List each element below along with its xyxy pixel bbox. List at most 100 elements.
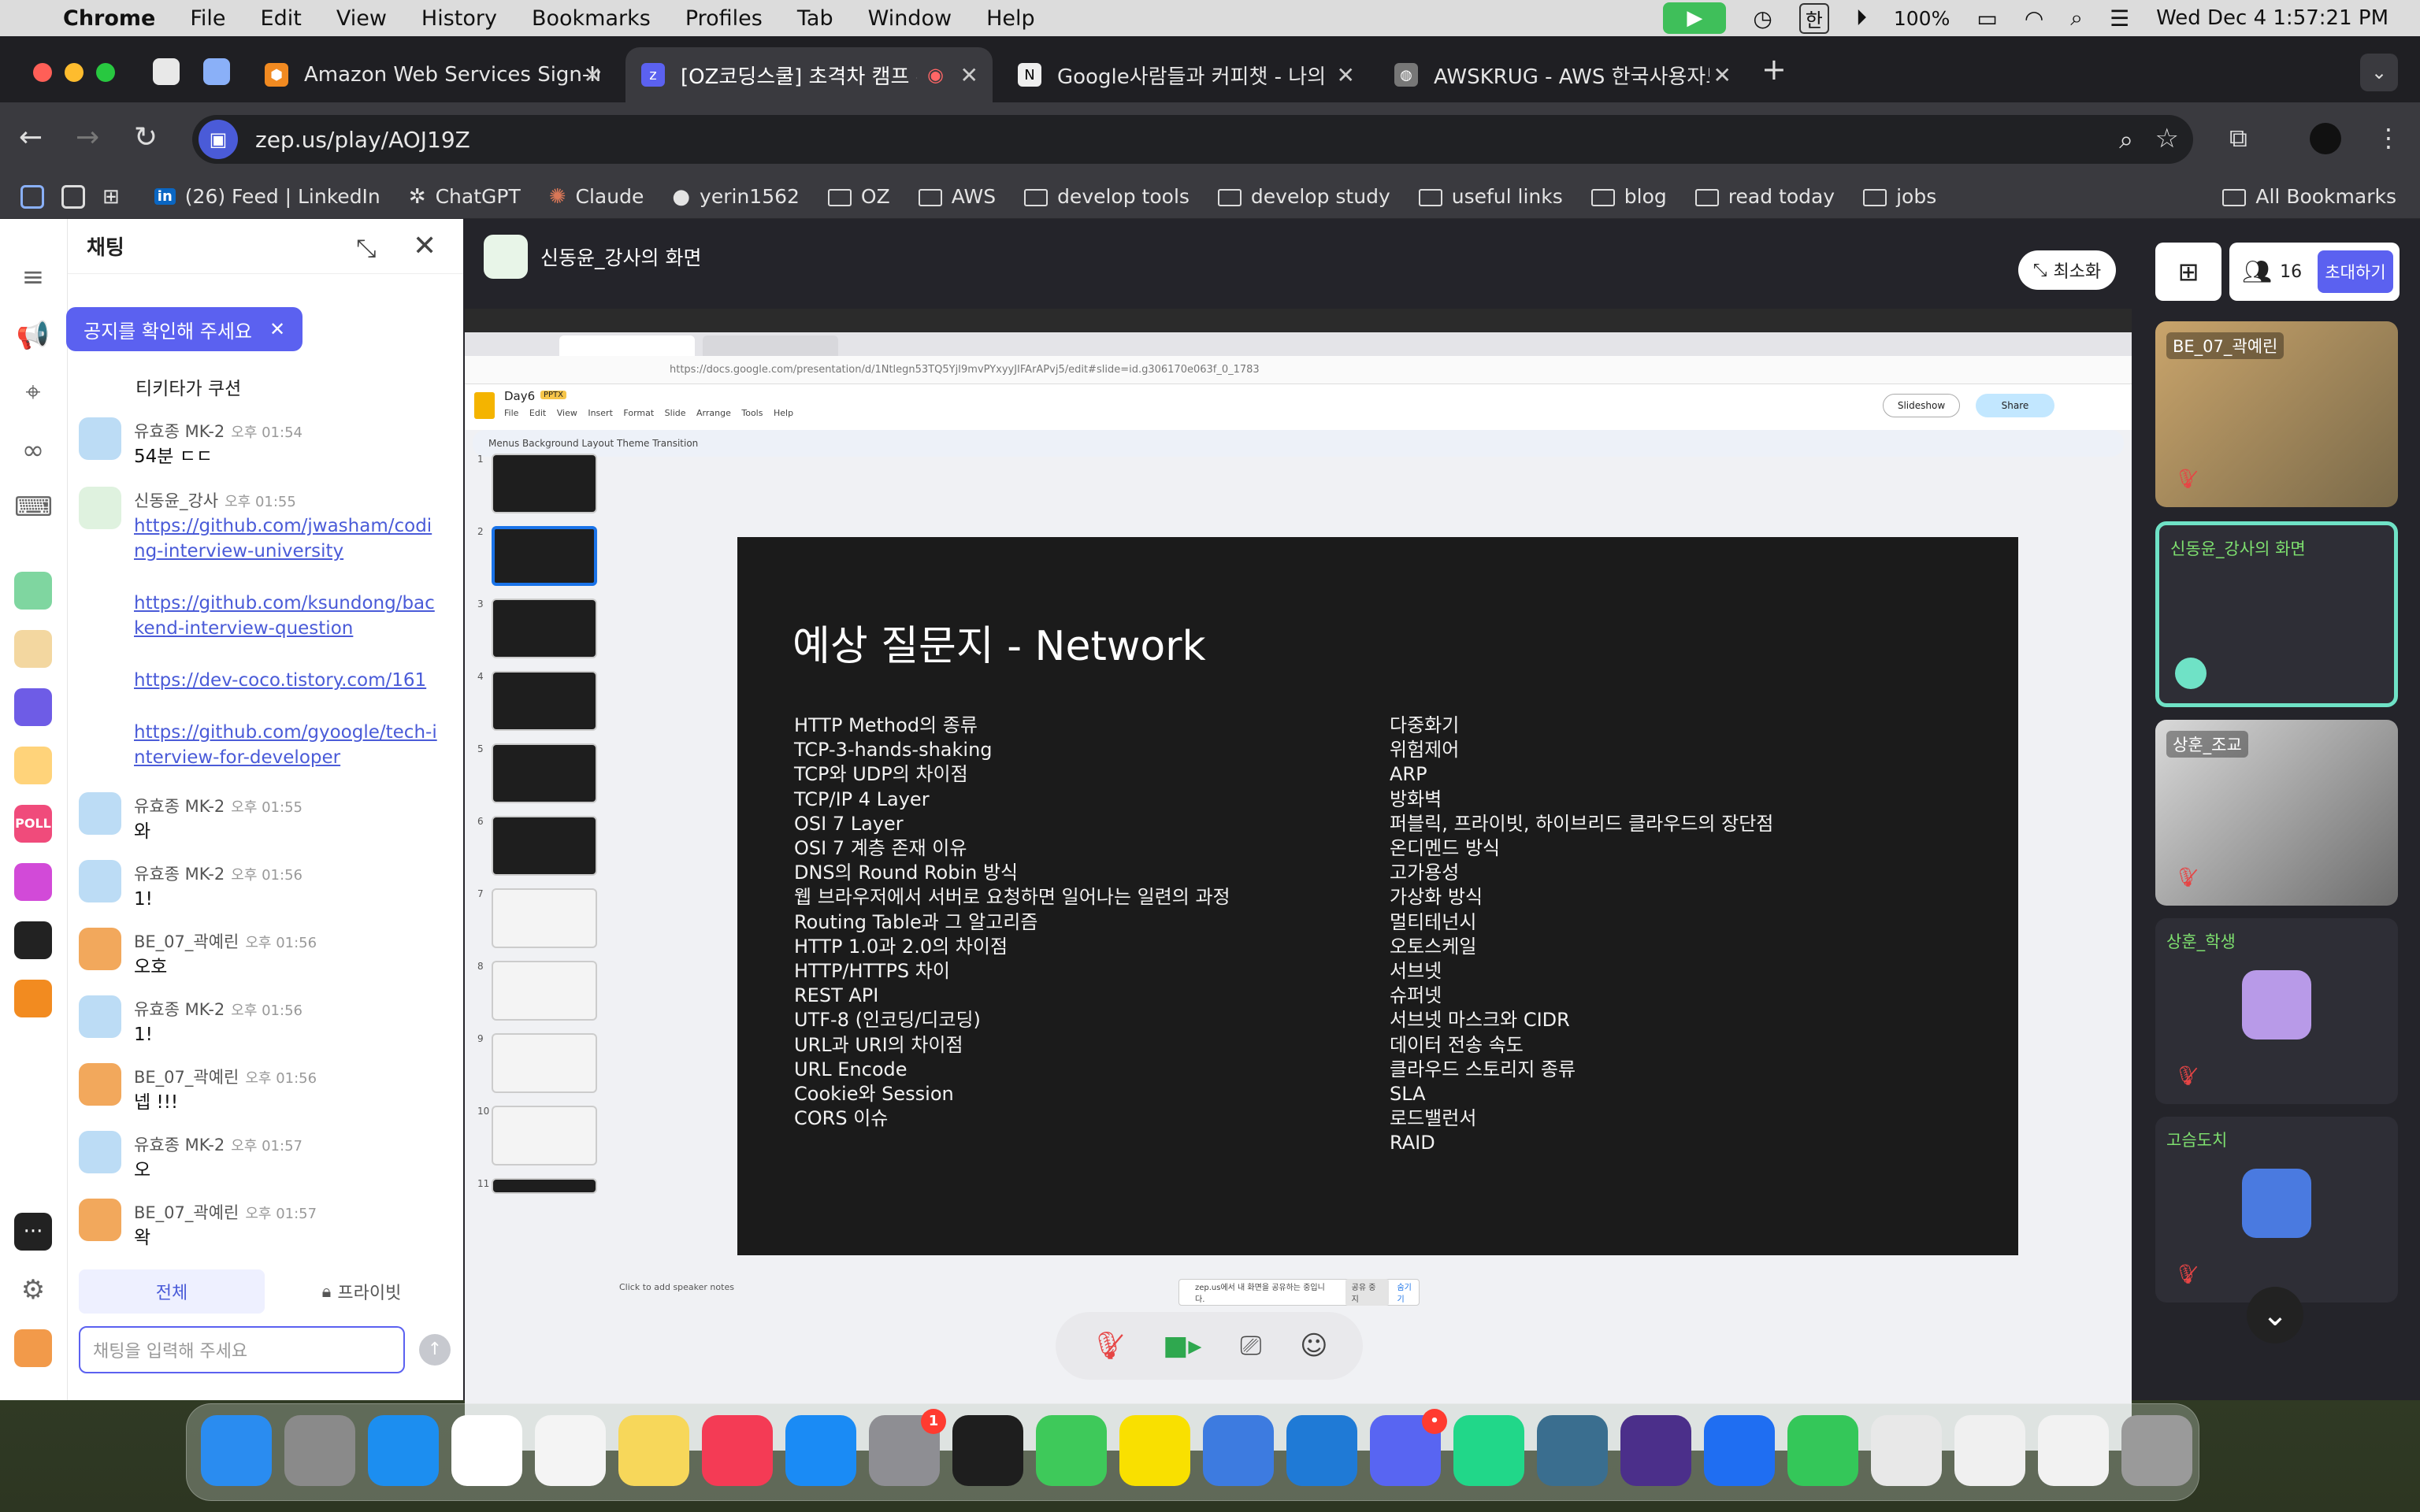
- location-pin-icon[interactable]: ⌖: [14, 373, 52, 411]
- terminal-icon[interactable]: [952, 1415, 1023, 1486]
- music-icon[interactable]: [702, 1415, 773, 1486]
- appstore-icon[interactable]: [785, 1415, 856, 1486]
- zep-icon[interactable]: [1704, 1415, 1775, 1486]
- back-icon[interactable]: ←: [19, 121, 43, 154]
- menu-bookmarks[interactable]: Bookmarks: [532, 6, 651, 31]
- window-minimize-button[interactable]: [65, 63, 84, 82]
- close-tab-icon[interactable]: ✕: [1337, 62, 1355, 88]
- tab-group-icon[interactable]: [203, 58, 230, 85]
- app-icon[interactable]: [14, 747, 52, 784]
- window-zoom-button[interactable]: [96, 63, 115, 82]
- app-icon[interactable]: [14, 921, 52, 959]
- close-icon[interactable]: ✕: [413, 230, 436, 262]
- numbers-icon[interactable]: [1787, 1415, 1858, 1486]
- launchpad-icon[interactable]: [284, 1415, 355, 1486]
- bookmark-folder-develop-study[interactable]: develop study: [1217, 185, 1390, 208]
- participant-count[interactable]: 👥︎ 16 초대하기: [2229, 243, 2400, 301]
- tab-group-icon[interactable]: [20, 184, 44, 209]
- app-icon[interactable]: [14, 572, 52, 610]
- tab-group-icon[interactable]: [61, 184, 85, 209]
- all-bookmarks[interactable]: All Bookmarks: [2222, 185, 2396, 208]
- screen-share-icon[interactable]: ⎚: [1240, 1330, 1261, 1362]
- address-bar[interactable]: ▣ zep.us/play/AOJ19Z ⌕ ☆: [192, 115, 2193, 164]
- menu-file[interactable]: File: [190, 6, 225, 31]
- safari-icon[interactable]: [368, 1415, 439, 1486]
- slide-thumbnail[interactable]: [492, 671, 597, 731]
- menu-history[interactable]: History: [421, 6, 497, 31]
- photos-icon[interactable]: [535, 1415, 606, 1486]
- trash-icon[interactable]: [2121, 1415, 2192, 1486]
- shell-file-icon[interactable]: [2038, 1415, 2109, 1486]
- bookmark-folder-useful-links[interactable]: useful links: [1418, 185, 1563, 208]
- menubar-clock[interactable]: Wed Dec 4 1:57:21 PM: [2156, 6, 2388, 30]
- menu-help[interactable]: Help: [986, 6, 1035, 31]
- site-info-icon[interactable]: ▣: [199, 120, 238, 159]
- bookmark-folder-oz[interactable]: OZ: [827, 185, 890, 208]
- slide-thumbnail[interactable]: [492, 1106, 597, 1166]
- bookmark-claude[interactable]: ✺ Claude: [549, 185, 644, 209]
- tab-all[interactable]: 전체: [79, 1269, 265, 1314]
- bookmark-folder-jobs[interactable]: jobs: [1863, 185, 1936, 208]
- menu-app-chrome[interactable]: Chrome: [63, 6, 155, 31]
- close-tab-icon[interactable]: ✕: [1713, 62, 1731, 88]
- wifi-icon[interactable]: ◠: [2025, 6, 2043, 32]
- magic-wand-icon[interactable]: [14, 863, 52, 901]
- stop-share-button[interactable]: 공유 중지: [1345, 1279, 1390, 1306]
- participant-tile[interactable]: BE_07_곽예린 🎙︎̸: [2155, 321, 2398, 507]
- now-playing-icon[interactable]: ⏵: [1856, 5, 1867, 32]
- menu-edit[interactable]: Edit: [261, 6, 302, 31]
- slide-thumbnail[interactable]: [492, 961, 597, 1021]
- bookmark-linkedin[interactable]: in (26) Feed | LinkedIn: [154, 185, 380, 208]
- bookmark-folder-develop-tools[interactable]: develop tools: [1024, 185, 1190, 208]
- bookmark-star-icon[interactable]: ☆: [2155, 123, 2179, 154]
- chat-link[interactable]: https://github.com/gyoogle/tech-intervie…: [134, 720, 441, 770]
- apps-grid-icon[interactable]: ⊞: [102, 185, 120, 209]
- tab-group-icon[interactable]: [153, 58, 180, 85]
- pycharm-icon[interactable]: [1453, 1415, 1524, 1486]
- reload-icon[interactable]: ↻: [134, 121, 158, 154]
- settings-icon[interactable]: ⚙: [14, 1271, 52, 1309]
- chrome-icon[interactable]: [451, 1415, 522, 1486]
- tab-google-coffeechat[interactable]: N Google사람들과 커피챗 - 나의 커 ✕: [1002, 47, 1369, 102]
- tab-search-icon[interactable]: ⌄: [2360, 54, 2398, 91]
- minimize-button[interactable]: ⤡ 최소화: [2018, 250, 2116, 290]
- bookmark-folder-blog[interactable]: blog: [1590, 185, 1667, 208]
- mic-muted-icon[interactable]: 🎙︎̸: [1090, 1330, 1124, 1362]
- obsidian-icon[interactable]: [1620, 1415, 1691, 1486]
- slide-thumbnail[interactable]: [492, 1178, 597, 1194]
- participant-tile[interactable]: 상훈_조교 🎙︎̸: [2155, 720, 2398, 906]
- new-tab-icon[interactable]: +: [1761, 52, 1787, 87]
- extensions-icon[interactable]: ⧉: [2229, 123, 2247, 154]
- slide-thumbnail[interactable]: [492, 598, 597, 658]
- poll-icon[interactable]: POLL: [14, 805, 52, 843]
- input-source-icon[interactable]: 한: [1798, 2, 1829, 34]
- kakaotalk-icon[interactable]: [1119, 1415, 1190, 1486]
- chat-icon[interactable]: ···: [14, 1213, 52, 1251]
- finder-icon[interactable]: [201, 1415, 272, 1486]
- zoom-icon[interactable]: ⌕: [2119, 124, 2133, 155]
- profile-avatar[interactable]: [2310, 123, 2341, 154]
- facetime-icon[interactable]: [1036, 1415, 1107, 1486]
- participant-tile[interactable]: 상훈_학생 🎙︎̸: [2155, 918, 2398, 1104]
- tab-awskrug[interactable]: ◍ AWSKRUG - AWS 한국사용자모 ✕: [1379, 47, 1746, 102]
- hide-notice-button[interactable]: 숨기기: [1397, 1280, 1419, 1304]
- chat-link[interactable]: https://github.com/jwasham/coding-interv…: [134, 513, 441, 564]
- slide-thumbnail[interactable]: [492, 888, 597, 948]
- chrome-menu-icon[interactable]: ⋮: [2376, 123, 2401, 153]
- participant-tile[interactable]: 신동윤_강사의 화면: [2155, 521, 2398, 707]
- slideshow-button[interactable]: Slideshow: [1883, 394, 1960, 417]
- control-center-icon[interactable]: ☰: [2110, 6, 2129, 32]
- share-button[interactable]: Share: [1976, 394, 2054, 417]
- link-icon[interactable]: ∞: [14, 432, 52, 469]
- camera-icon[interactable]: ■▸: [1163, 1330, 1201, 1362]
- vscode-icon[interactable]: [1286, 1415, 1357, 1486]
- speaker-notes[interactable]: Click to add speaker notes: [619, 1282, 734, 1292]
- slide-thumbnail[interactable]: [492, 526, 597, 586]
- menu-icon[interactable]: ≡: [14, 258, 52, 296]
- testflight-icon[interactable]: [1203, 1415, 1274, 1486]
- spotlight-icon[interactable]: ⌕: [2070, 5, 2083, 32]
- close-tab-icon[interactable]: ✕: [584, 62, 602, 88]
- facetime-status-icon[interactable]: ▶: [1663, 2, 1727, 34]
- bookmark-folder-read-today[interactable]: read today: [1694, 185, 1835, 208]
- chat-input[interactable]: 채팅을 입력해 주세요: [79, 1326, 405, 1373]
